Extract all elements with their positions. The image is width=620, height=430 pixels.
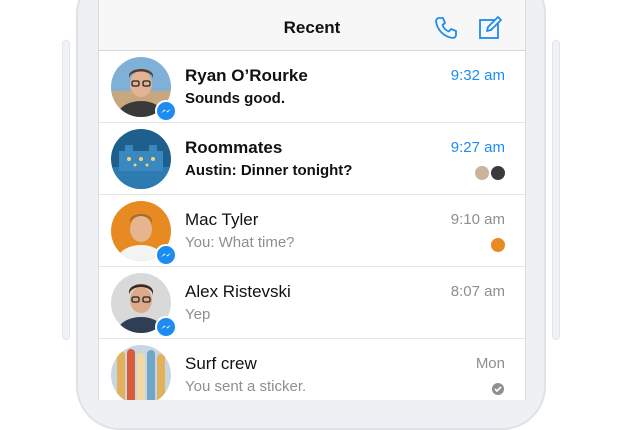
contact-name: Mac Tyler bbox=[185, 210, 259, 229]
messenger-badge-icon bbox=[155, 100, 177, 122]
message-preview: Sounds good. bbox=[185, 90, 285, 107]
read-receipts bbox=[491, 238, 505, 252]
message-time: 9:27 am bbox=[450, 139, 505, 156]
sent-status bbox=[491, 382, 505, 396]
compose-icon[interactable] bbox=[477, 15, 503, 41]
avatar bbox=[111, 129, 171, 189]
read-receipt-avatar bbox=[475, 166, 489, 180]
message-time: 8:07 am bbox=[450, 283, 505, 300]
status-bar bbox=[99, 0, 525, 8]
messenger-badge-icon bbox=[155, 316, 177, 338]
read-receipts bbox=[475, 166, 505, 180]
message-preview: Yep bbox=[185, 306, 211, 323]
contact-name: Alex Ristevski bbox=[185, 282, 291, 301]
conversation-row[interactable]: Roommates Austin: Dinner tonight? 9:27 a… bbox=[99, 123, 525, 195]
message-time: 9:32 am bbox=[450, 67, 505, 84]
contact-name: Surf crew bbox=[185, 354, 257, 373]
conversation-row[interactable]: Ryan O’Rourke Sounds good. 9:32 am bbox=[99, 51, 525, 123]
phone-side-button-right bbox=[552, 40, 560, 340]
navigation-bar: Recent bbox=[99, 8, 525, 51]
conversation-row[interactable]: Surf crew You sent a sticker. Mon bbox=[99, 339, 525, 400]
messenger-screen: Recent Ryan O’Rourke Sounds good. 9:32 a… bbox=[98, 0, 526, 400]
conversation-row[interactable]: Mac Tyler You: What time? 9:10 am bbox=[99, 195, 525, 267]
read-receipt-avatar bbox=[491, 238, 505, 252]
message-preview: Austin: Dinner tonight? bbox=[185, 162, 353, 179]
read-receipt-avatar bbox=[491, 166, 505, 180]
phone-icon[interactable] bbox=[433, 15, 459, 41]
contact-name: Ryan O’Rourke bbox=[185, 66, 308, 85]
nav-actions bbox=[433, 15, 503, 41]
message-preview: You: What time? bbox=[185, 234, 295, 251]
message-preview: You sent a sticker. bbox=[185, 378, 307, 395]
messenger-badge-icon bbox=[155, 244, 177, 266]
phone-side-button-left bbox=[62, 40, 70, 340]
conversation-list: Ryan O’Rourke Sounds good. 9:32 am Roomm… bbox=[99, 51, 525, 400]
delivered-check-icon bbox=[492, 383, 504, 395]
message-time: Mon bbox=[475, 355, 505, 372]
avatar bbox=[111, 345, 171, 400]
conversation-row[interactable]: Alex Ristevski Yep 8:07 am bbox=[99, 267, 525, 339]
message-time: 9:10 am bbox=[450, 211, 505, 228]
contact-name: Roommates bbox=[185, 138, 283, 157]
